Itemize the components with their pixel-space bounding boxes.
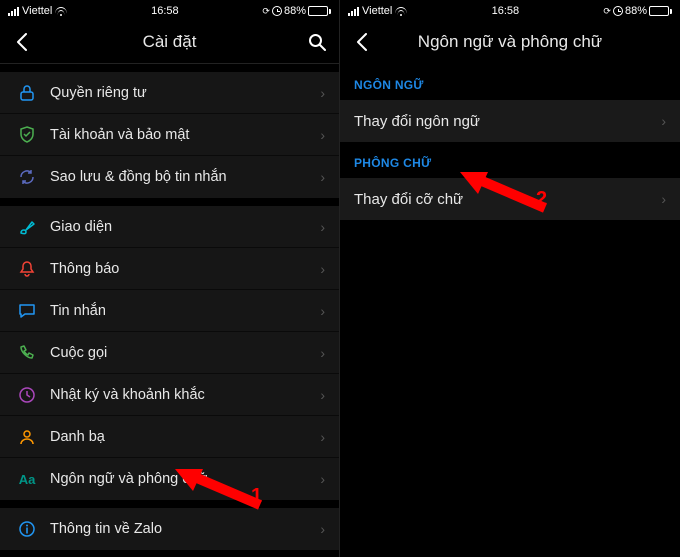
clock-icon [14, 386, 40, 404]
row-contacts[interactable]: Danh bạ › [0, 416, 339, 458]
row-label: Thông tin về Zalo [50, 521, 320, 537]
carrier-label: Viettel [362, 5, 392, 17]
bell-icon [14, 260, 40, 278]
clock: 16:58 [492, 5, 520, 17]
info-icon [14, 520, 40, 538]
clock: 16:58 [151, 5, 179, 17]
chat-icon [14, 302, 40, 320]
status-right: ⟳ 88% [603, 5, 672, 17]
shield-icon [14, 126, 40, 144]
battery-icon [649, 6, 672, 16]
row-label: Ngôn ngữ và phông chữ [50, 471, 320, 487]
chevron-right-icon: › [661, 113, 666, 129]
row-ui[interactable]: Giao diện › [0, 206, 339, 248]
group-gap [0, 500, 339, 508]
back-button[interactable] [10, 30, 34, 54]
header: Cài đặt [0, 20, 339, 64]
brush-icon [14, 218, 40, 236]
text-aa-icon: Aa [14, 472, 40, 487]
screen-settings: Viettel 16:58 ⟳ 88% Cài đặt Quyền riêng … [0, 0, 340, 557]
status-left: Viettel [348, 5, 407, 17]
row-notif[interactable]: Thông báo › [0, 248, 339, 290]
row-privacy[interactable]: Quyền riêng tư › [0, 72, 339, 114]
page-title: Ngôn ngữ và phông chữ [340, 32, 680, 52]
row-label: Cuộc gọi [50, 345, 320, 361]
row-label: Nhật ký và khoảnh khắc [50, 387, 320, 403]
carrier-label: Viettel [22, 5, 52, 17]
back-button[interactable] [350, 30, 374, 54]
group-gap [0, 198, 339, 206]
person-icon [14, 428, 40, 446]
chevron-right-icon: › [320, 127, 325, 143]
row-msg[interactable]: Tin nhắn › [0, 290, 339, 332]
chevron-right-icon: › [320, 85, 325, 101]
chevron-right-icon: › [320, 303, 325, 319]
row-change-font-size[interactable]: Thay đổi cỡ chữ › [340, 178, 680, 220]
status-bar: Viettel 16:58 ⟳ 88% [340, 0, 680, 20]
status-left: Viettel [8, 5, 67, 17]
chevron-right-icon: › [320, 169, 325, 185]
chevron-right-icon: › [320, 429, 325, 445]
chevron-right-icon: › [320, 261, 325, 277]
row-label: Giao diện [50, 219, 320, 235]
signal-icon [348, 7, 359, 16]
section-header-language: NGÔN NGỮ [340, 64, 680, 100]
row-label: Thông báo [50, 261, 320, 277]
phone-icon [14, 344, 40, 362]
rotation-lock-icon: ⟳ [603, 6, 611, 17]
alarm-icon [272, 6, 282, 16]
search-icon [308, 33, 326, 51]
header: Ngôn ngữ và phông chữ [340, 20, 680, 64]
chevron-left-icon [356, 33, 368, 51]
row-label: Quyền riêng tư [50, 85, 320, 101]
chevron-right-icon: › [320, 219, 325, 235]
row-call[interactable]: Cuộc gọi › [0, 332, 339, 374]
rotation-lock-icon: ⟳ [262, 6, 270, 17]
signal-icon [8, 7, 19, 16]
section-header-font: PHÔNG CHỮ [340, 142, 680, 178]
chevron-left-icon [16, 33, 28, 51]
row-label: Danh bạ [50, 429, 320, 445]
page-title: Cài đặt [0, 32, 339, 52]
battery-icon [308, 6, 331, 16]
row-about[interactable]: Thông tin về Zalo › [0, 508, 339, 550]
battery-pct: 88% [284, 5, 306, 17]
row-label: Thay đổi ngôn ngữ [354, 113, 661, 130]
sync-icon [14, 168, 40, 186]
chevron-right-icon: › [661, 191, 666, 207]
search-button[interactable] [305, 30, 329, 54]
row-label: Sao lưu & đồng bộ tin nhắn [50, 169, 320, 185]
alarm-icon [613, 6, 623, 16]
group-gap [0, 64, 339, 72]
status-right: ⟳ 88% [262, 5, 331, 17]
screen-lang-font: Viettel 16:58 ⟳ 88% Ngôn ngữ và phông ch… [340, 0, 680, 557]
battery-pct: 88% [625, 5, 647, 17]
wifi-icon [55, 7, 67, 16]
row-label: Thay đổi cỡ chữ [354, 191, 661, 208]
chevron-right-icon: › [320, 521, 325, 537]
row-lang[interactable]: Aa Ngôn ngữ và phông chữ › [0, 458, 339, 500]
row-label: Tài khoản và bảo mật [50, 127, 320, 143]
row-backup[interactable]: Sao lưu & đồng bộ tin nhắn › [0, 156, 339, 198]
wifi-icon [395, 7, 407, 16]
chevron-right-icon: › [320, 387, 325, 403]
row-label: Tin nhắn [50, 303, 320, 319]
chevron-right-icon: › [320, 345, 325, 361]
chevron-right-icon: › [320, 471, 325, 487]
lock-icon [14, 84, 40, 102]
row-change-language[interactable]: Thay đổi ngôn ngữ › [340, 100, 680, 142]
row-security[interactable]: Tài khoản và bảo mật › [0, 114, 339, 156]
row-diary[interactable]: Nhật ký và khoảnh khắc › [0, 374, 339, 416]
status-bar: Viettel 16:58 ⟳ 88% [0, 0, 339, 20]
